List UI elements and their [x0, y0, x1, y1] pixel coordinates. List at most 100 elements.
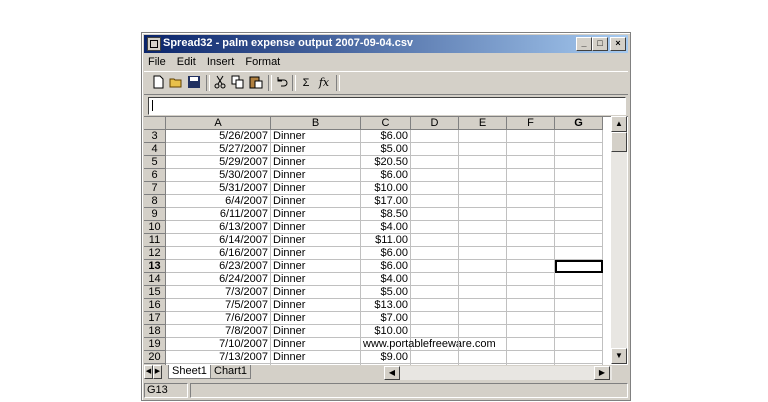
cell-c11[interactable]: $11.00: [361, 234, 411, 247]
menu-edit[interactable]: Edit: [173, 54, 200, 68]
cell-g19[interactable]: [555, 338, 603, 351]
cell-f7[interactable]: [507, 182, 555, 195]
cell-b18[interactable]: Dinner: [271, 325, 361, 338]
cell-g7[interactable]: [555, 182, 603, 195]
cell-g17[interactable]: [555, 312, 603, 325]
row-header[interactable]: 12: [144, 247, 166, 260]
cell-a4[interactable]: 5/27/2007: [166, 143, 271, 156]
cell-b10[interactable]: Dinner: [271, 221, 361, 234]
cell-e4[interactable]: [459, 143, 507, 156]
cell-b5[interactable]: Dinner: [271, 156, 361, 169]
cell-a3[interactable]: 5/26/2007: [166, 130, 271, 143]
cell-a12[interactable]: 6/16/2007: [166, 247, 271, 260]
row-header[interactable]: 8: [144, 195, 166, 208]
cell-b12[interactable]: Dinner: [271, 247, 361, 260]
row-header[interactable]: 16: [144, 299, 166, 312]
cell-f20[interactable]: [507, 351, 555, 364]
cell-d15[interactable]: [411, 286, 459, 299]
row-header[interactable]: 19: [144, 338, 166, 351]
cell-b8[interactable]: Dinner: [271, 195, 361, 208]
menu-file[interactable]: File: [144, 54, 170, 68]
row-header[interactable]: 18: [144, 325, 166, 338]
cell-a20[interactable]: 7/13/2007: [166, 351, 271, 364]
cell-f9[interactable]: [507, 208, 555, 221]
formula-input[interactable]: [148, 97, 626, 115]
cell-d5[interactable]: [411, 156, 459, 169]
cell-e14[interactable]: [459, 273, 507, 286]
cell-g9[interactable]: [555, 208, 603, 221]
cell-g3[interactable]: [555, 130, 603, 143]
copy-icon[interactable]: [230, 75, 246, 91]
cell-d4[interactable]: [411, 143, 459, 156]
cell-e10[interactable]: [459, 221, 507, 234]
scroll-thumb[interactable]: [611, 132, 627, 152]
cell-c16[interactable]: $13.00: [361, 299, 411, 312]
cell-c14[interactable]: $4.00: [361, 273, 411, 286]
row-header[interactable]: 3: [144, 130, 166, 143]
cell-g10[interactable]: [555, 221, 603, 234]
cell-b6[interactable]: Dinner: [271, 169, 361, 182]
cell-d8[interactable]: [411, 195, 459, 208]
cell-d12[interactable]: [411, 247, 459, 260]
cell-g16[interactable]: [555, 299, 603, 312]
cell-a13[interactable]: 6/23/2007: [166, 260, 271, 273]
cell-f18[interactable]: [507, 325, 555, 338]
cell-c18[interactable]: $10.00: [361, 325, 411, 338]
cell-b11[interactable]: Dinner: [271, 234, 361, 247]
title-bar[interactable]: Spread32 - palm expense output 2007-09-0…: [144, 35, 628, 53]
cell-e9[interactable]: [459, 208, 507, 221]
cell-d19[interactable]: [411, 338, 459, 351]
new-file-icon[interactable]: [150, 75, 166, 91]
cell-e20[interactable]: [459, 351, 507, 364]
cell-g14[interactable]: [555, 273, 603, 286]
cell-e15[interactable]: [459, 286, 507, 299]
cell-a5[interactable]: 5/29/2007: [166, 156, 271, 169]
tab-prev-icon[interactable]: ◀: [144, 365, 153, 379]
cell-d14[interactable]: [411, 273, 459, 286]
cell-c8[interactable]: $17.00: [361, 195, 411, 208]
cell-f8[interactable]: [507, 195, 555, 208]
sum-icon[interactable]: Σ: [298, 75, 314, 91]
row-header[interactable]: 10: [144, 221, 166, 234]
cell-f11[interactable]: [507, 234, 555, 247]
column-header-g[interactable]: G: [555, 117, 603, 130]
cell-a6[interactable]: 5/30/2007: [166, 169, 271, 182]
cell-g6[interactable]: [555, 169, 603, 182]
menu-format[interactable]: Format: [241, 54, 284, 68]
cell-d3[interactable]: [411, 130, 459, 143]
cell-a17[interactable]: 7/6/2007: [166, 312, 271, 325]
cut-icon[interactable]: [212, 75, 228, 91]
cell-b17[interactable]: Dinner: [271, 312, 361, 325]
row-header[interactable]: 14: [144, 273, 166, 286]
cell-c12[interactable]: $6.00: [361, 247, 411, 260]
column-header-d[interactable]: D: [411, 117, 459, 130]
cell-g18[interactable]: [555, 325, 603, 338]
row-header[interactable]: 9: [144, 208, 166, 221]
row-header[interactable]: 15: [144, 286, 166, 299]
column-header-a[interactable]: A: [166, 117, 271, 130]
cell-e17[interactable]: [459, 312, 507, 325]
close-button[interactable]: ×: [610, 37, 626, 51]
cell-e12[interactable]: [459, 247, 507, 260]
menu-insert[interactable]: Insert: [203, 54, 239, 68]
cell-a16[interactable]: 7/5/2007: [166, 299, 271, 312]
grid-corner[interactable]: [144, 117, 166, 130]
cell-g11[interactable]: [555, 234, 603, 247]
cell-g4[interactable]: [555, 143, 603, 156]
cell-f12[interactable]: [507, 247, 555, 260]
cell-d11[interactable]: [411, 234, 459, 247]
cell-b14[interactable]: Dinner: [271, 273, 361, 286]
cell-f6[interactable]: [507, 169, 555, 182]
scroll-down-icon[interactable]: ▼: [611, 348, 627, 364]
cell-f15[interactable]: [507, 286, 555, 299]
cell-f3[interactable]: [507, 130, 555, 143]
cell-c20[interactable]: $9.00: [361, 351, 411, 364]
cell-f16[interactable]: [507, 299, 555, 312]
cell-e6[interactable]: [459, 169, 507, 182]
tab-sheet1[interactable]: Sheet1: [168, 365, 211, 379]
row-header[interactable]: 6: [144, 169, 166, 182]
column-header-f[interactable]: F: [507, 117, 555, 130]
save-icon[interactable]: [186, 75, 202, 91]
cell-g5[interactable]: [555, 156, 603, 169]
paste-icon[interactable]: [248, 75, 264, 91]
